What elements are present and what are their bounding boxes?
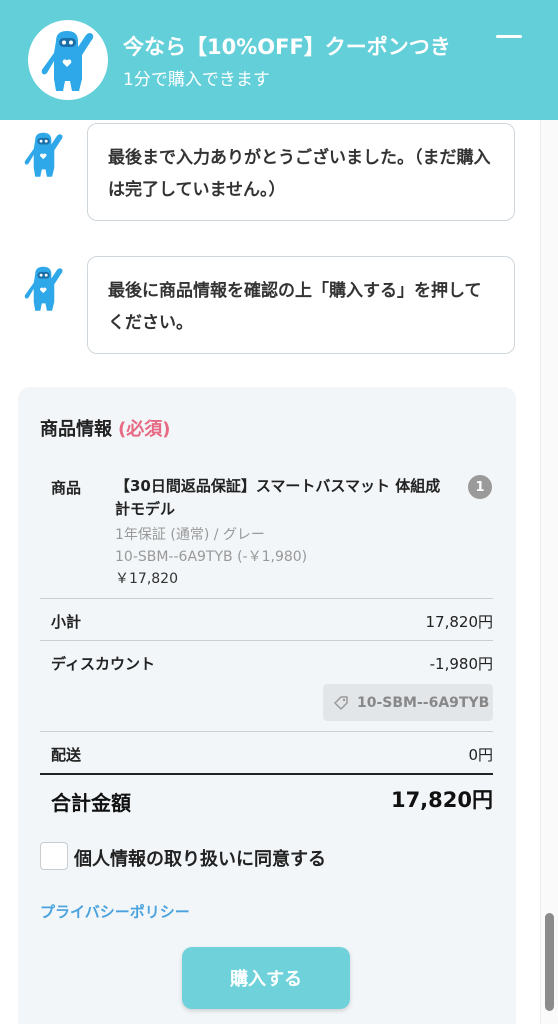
chat-message: 最後まで入力ありがとうございました。（まだ購入は完了していません。） [87,123,515,221]
quantity-badge: 1 [468,475,492,499]
product-variant: 1年保証 (通常) / グレー [115,527,265,543]
divider [40,598,493,599]
bot-avatar-icon [24,266,63,311]
chat-message: 最後に商品情報を確認の上「購入する」を押してください。 [87,256,515,354]
purchase-button[interactable]: 購入する [182,947,350,1009]
coupon-code: 10-SBM--6A9TYB [357,694,490,711]
product-price: ￥17,820 [115,571,178,587]
shipping-value: 0円 [468,746,493,764]
product-info-title-text: 商品情報 [40,419,112,440]
coupon-chip: 10-SBM--6A9TYB [323,684,493,721]
header-subtitle: 1分で購入できます [123,70,270,90]
mascot-avatar [28,20,108,100]
product-name: 【30日間返品保証】スマートバスマット 体組成計モデル [115,477,441,518]
product-info-card: 商品情報 (必須) 商品 【30日間返品保証】スマートバスマット 体組成計モデル … [18,387,516,1024]
bot-avatar-icon [24,132,63,177]
total-divider [40,773,493,775]
consent-label[interactable]: 個人情報の取り扱いに同意する [74,845,326,871]
total-value: 17,820円 [390,788,493,812]
total-label: 合計金額 [51,791,131,815]
minimize-icon[interactable] [494,30,524,50]
scrollbar[interactable] [540,120,558,1024]
divider [40,640,493,641]
consent-checkbox[interactable] [40,842,68,870]
chat-header: 今なら【10%OFF】クーポンつき 1分で購入できます [0,0,558,120]
discount-label: ディスカウント [51,655,155,673]
mascot-icon [41,31,94,91]
product-coupon-line: 10-SBM--6A9TYB (-￥1,980) [115,549,308,565]
header-title: 今なら【10%OFF】クーポンつき [123,35,451,59]
product-info-title: 商品情報 (必須) [40,415,170,441]
tag-icon [334,695,348,710]
subtotal-value: 17,820円 [425,613,494,631]
divider [40,731,493,732]
subtotal-label: 小計 [51,613,82,631]
privacy-policy-link[interactable]: プライバシーポリシー [40,901,190,922]
required-badge: (必須) [118,419,171,440]
scrollbar-thumb[interactable] [545,913,554,1011]
discount-value: -1,980円 [429,655,493,673]
product-label: 商品 [51,479,82,497]
shipping-label: 配送 [51,746,82,764]
